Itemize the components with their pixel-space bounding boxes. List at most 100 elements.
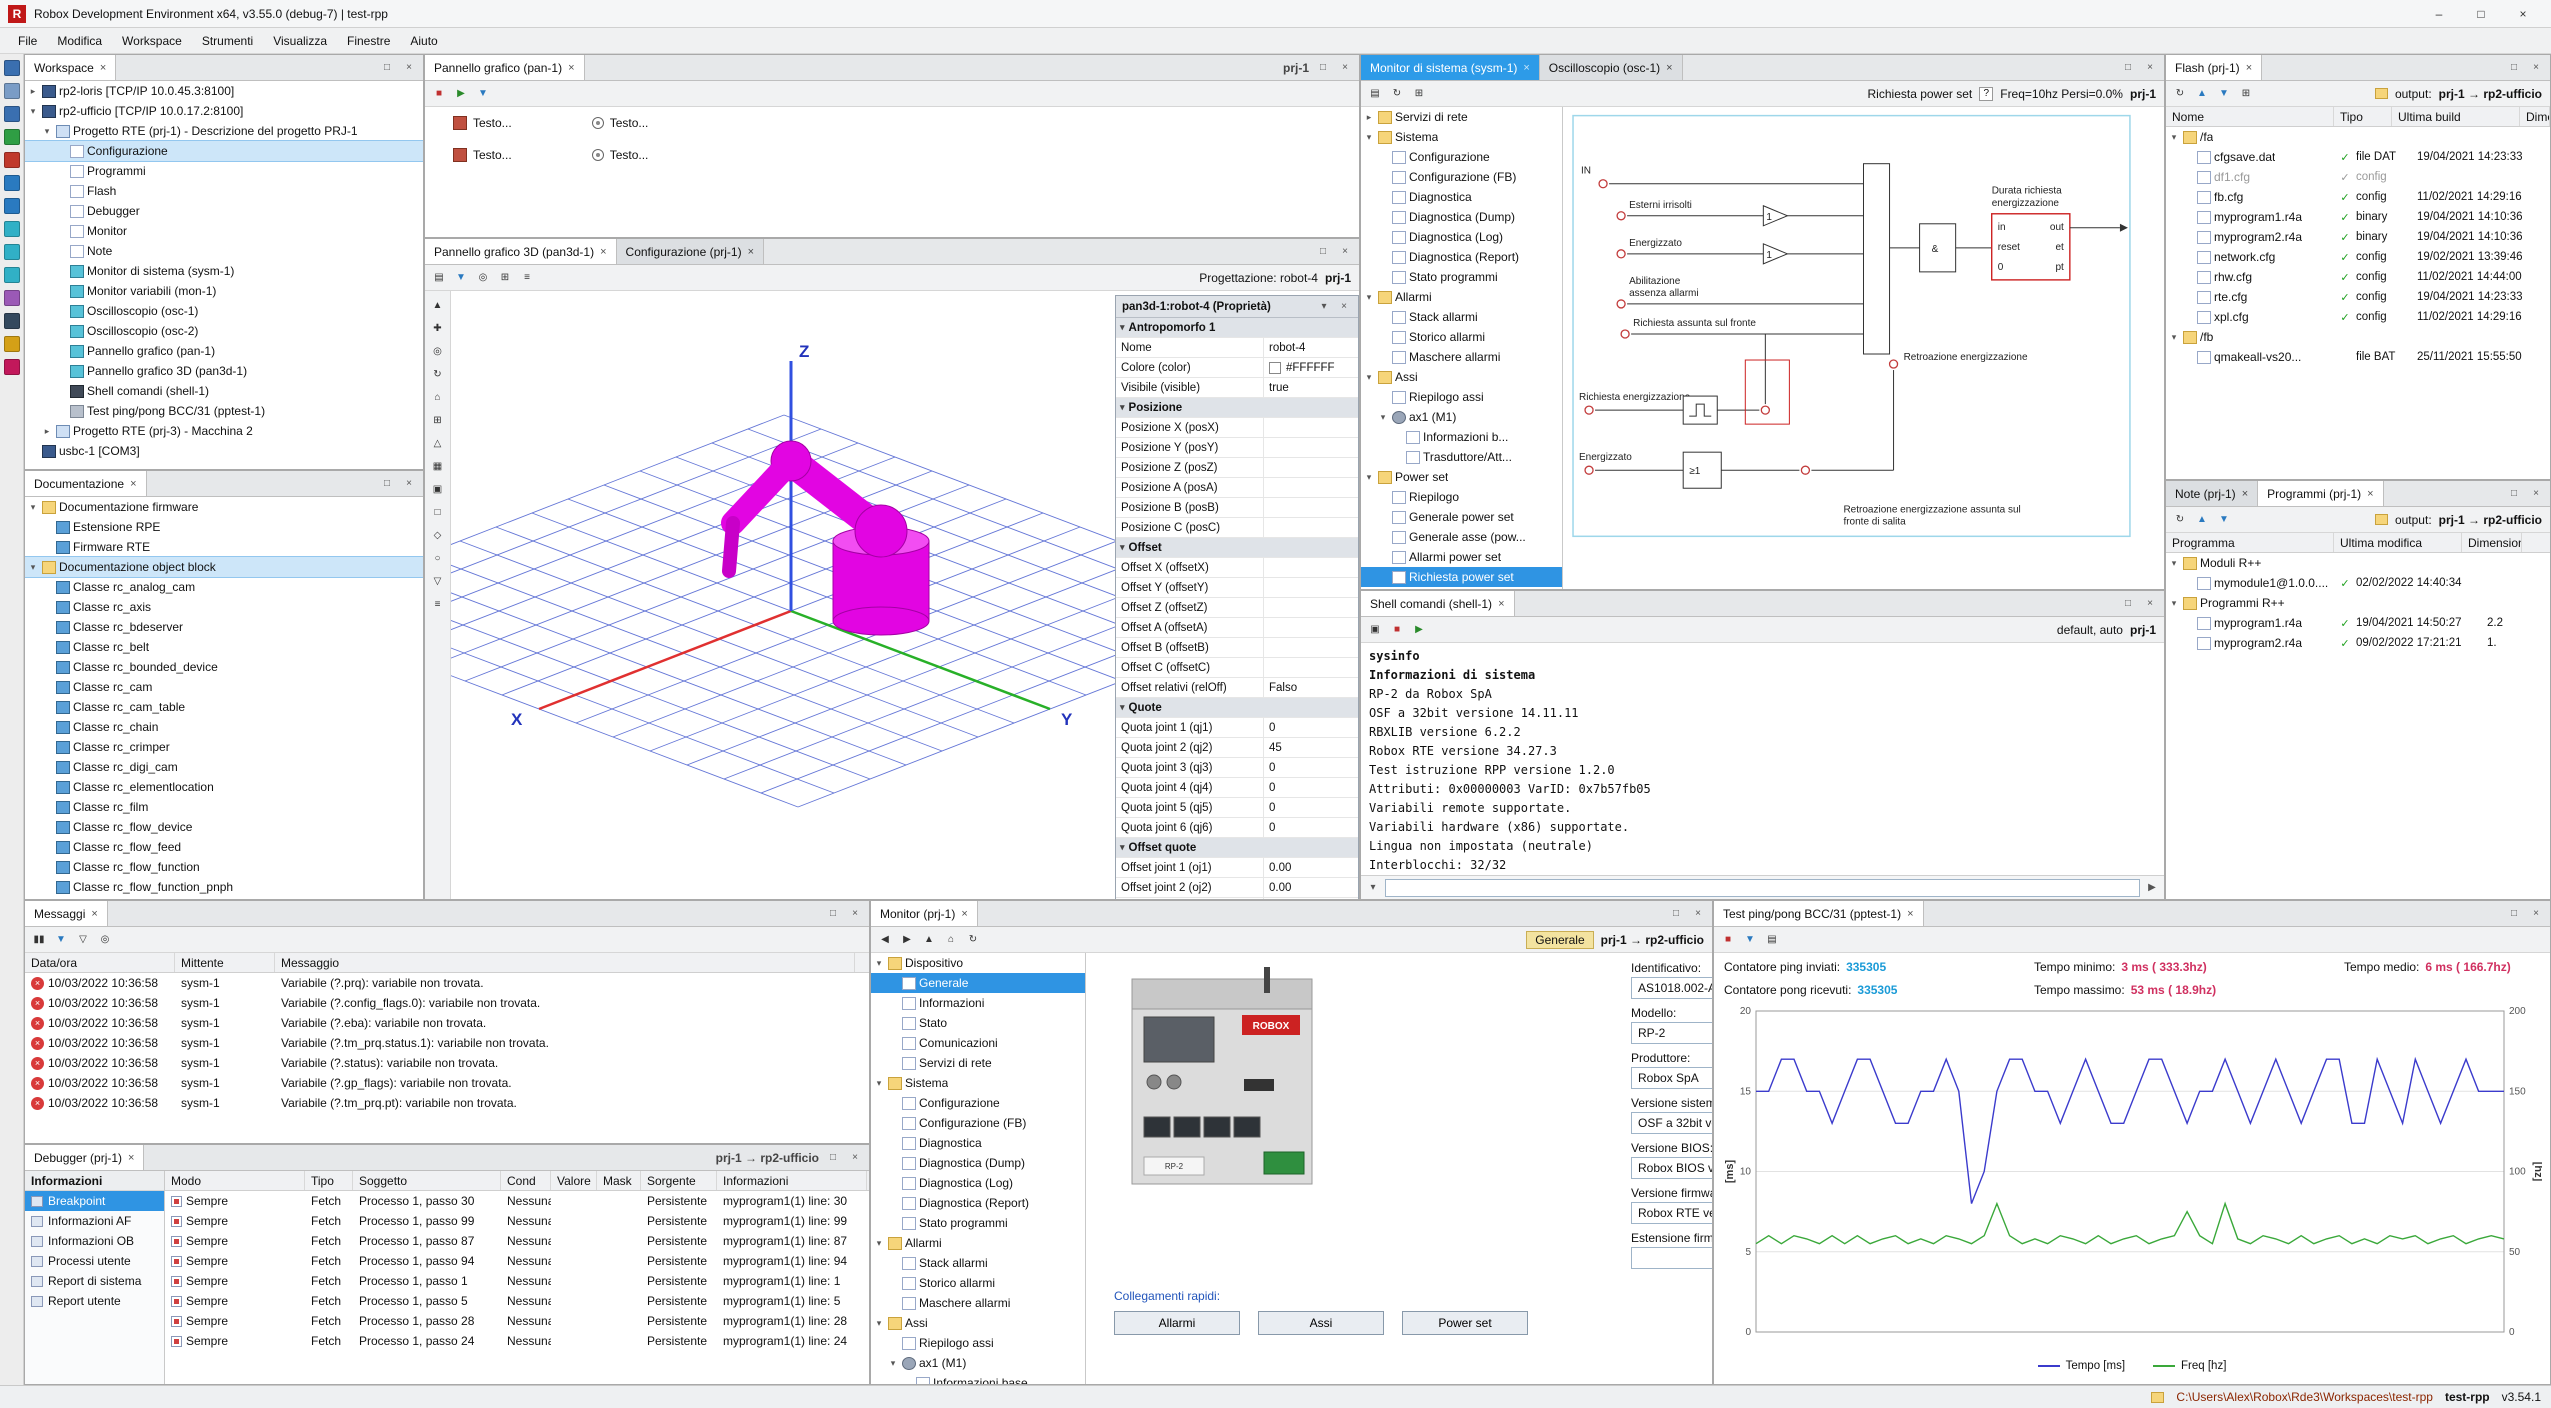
sidebar-item[interactable]: Processi utente — [25, 1251, 164, 1271]
top-view-icon[interactable]: ◇ — [428, 525, 448, 545]
tab-workspace[interactable]: Workspace× — [25, 55, 116, 80]
column-header[interactable]: Informazioni — [717, 1171, 867, 1190]
property-value[interactable] — [1264, 658, 1358, 677]
float-panel-icon[interactable]: □ — [2506, 486, 2522, 502]
shell-output[interactable]: sysinfoInformazioni di sistemaRP-2 da Ro… — [1361, 643, 2164, 875]
tree-item[interactable]: ▾Documentazione object block — [25, 557, 423, 577]
maximize-window-icon[interactable]: □ — [2461, 3, 2501, 25]
tab-programmi[interactable]: Programmi (prj-1)× — [2258, 481, 2383, 506]
menu-file[interactable]: File — [8, 28, 47, 53]
table-row[interactable]: ×10/03/2022 10:36:58sysm-1Variabile (?.p… — [25, 973, 869, 993]
tree-item[interactable]: Classe rc_cam_table — [25, 697, 423, 717]
viewport-3d[interactable]: X Y Z — [451, 291, 1115, 900]
table-row[interactable]: ×10/03/2022 10:36:58sysm-1Variabile (?.s… — [25, 1053, 869, 1073]
tree-item[interactable]: Informazioni base — [871, 1373, 1085, 1384]
property-row[interactable]: Offset Z (offsetZ) — [1116, 598, 1358, 618]
file-row[interactable]: ▾/fb — [2166, 327, 2550, 347]
property-value[interactable]: 0 — [1264, 818, 1358, 837]
property-value[interactable]: 0.00 — [1264, 858, 1358, 877]
section-expander-icon[interactable]: ▾ — [1120, 542, 1125, 553]
close-panel-icon[interactable]: × — [2528, 486, 2544, 502]
device-field-value[interactable]: Robox BIOS versione 3.0.10 — [1631, 1157, 1713, 1179]
upload-icon[interactable]: ▲ — [2192, 510, 2212, 530]
table-row[interactable]: ×10/03/2022 10:36:58sysm-1Variabile (?.g… — [25, 1073, 869, 1093]
program-row[interactable]: myprogram2.r4a✓09/02/2022 17:21:211. — [2166, 633, 2550, 653]
sidebar-item[interactable]: Report di sistema — [25, 1271, 164, 1291]
refresh-icon[interactable]: ↻ — [2170, 84, 2190, 104]
open-project-icon[interactable] — [4, 83, 20, 99]
file-row[interactable]: cfgsave.dat✓file DAT19/04/2021 14:23:33 — [2166, 147, 2550, 167]
close-tab-icon[interactable]: × — [568, 62, 574, 74]
panel-3d-icon[interactable] — [4, 290, 20, 306]
home-icon[interactable]: ⌂ — [941, 930, 961, 950]
column-header[interactable]: Tipo — [2334, 107, 2392, 126]
float-panel-icon[interactable]: □ — [825, 906, 841, 922]
menu-workspace[interactable]: Workspace — [112, 28, 192, 53]
tree-item[interactable]: Riepilogo assi — [871, 1333, 1085, 1353]
upload-icon[interactable]: ▲ — [2192, 84, 2212, 104]
close-tab-icon[interactable]: × — [748, 246, 754, 258]
property-value[interactable]: robot-4 — [1264, 338, 1358, 357]
tree-item[interactable]: Riepilogo — [1361, 487, 1562, 507]
property-row[interactable]: Visibile (visible)true — [1116, 378, 1358, 398]
stop-icon[interactable]: ■ — [1718, 930, 1738, 950]
quick-link-button-allarmi[interactable]: Allarmi — [1114, 1311, 1240, 1335]
column-header[interactable]: Mittente — [175, 953, 275, 972]
tab-pannello-grafico[interactable]: Pannello grafico (pan-1)× — [425, 55, 585, 80]
table-row[interactable]: SempreFetchProcesso 1, passo 1NessunaPer… — [165, 1271, 869, 1291]
tree-item[interactable]: ▾ax1 (M1) — [1361, 407, 1562, 427]
property-section[interactable]: ▾Offset — [1116, 538, 1358, 558]
tree-item[interactable]: Classe rc_bdeserver — [25, 617, 423, 637]
property-row[interactable]: Posizione X (posX) — [1116, 418, 1358, 438]
expander-icon[interactable]: ▾ — [1363, 372, 1375, 383]
tree-item[interactable]: ▾Assi — [871, 1313, 1085, 1333]
save-icon[interactable]: ▼ — [473, 84, 493, 104]
tree-item[interactable]: Informazioni — [871, 993, 1085, 1013]
close-panel-icon[interactable]: × — [401, 476, 417, 492]
float-panel-icon[interactable]: □ — [1315, 244, 1331, 260]
chart-icon[interactable]: ▤ — [1762, 930, 1782, 950]
property-value[interactable] — [1264, 598, 1358, 617]
tree-item[interactable]: ▾Allarmi — [1361, 287, 1562, 307]
property-value[interactable] — [1264, 578, 1358, 597]
tab-monitor-di-sistema[interactable]: Monitor di sistema (sysm-1)× — [1361, 55, 1540, 80]
tree-item[interactable]: Classe rc_flow_feed — [25, 837, 423, 857]
tree-item[interactable]: Classe rc_chain — [25, 717, 423, 737]
expander-icon[interactable]: ▾ — [873, 958, 885, 969]
tree-item[interactable]: Classe rc_analog_cam — [25, 577, 423, 597]
property-row[interactable]: Quota joint 5 (qj5)0 — [1116, 798, 1358, 818]
property-value[interactable] — [1264, 478, 1358, 497]
tree-item[interactable]: Generale — [871, 973, 1085, 993]
column-header[interactable]: Data/ora — [25, 953, 175, 972]
tree-item[interactable]: Classe rc_flow_function — [25, 857, 423, 877]
column-header[interactable]: Cond — [501, 1171, 551, 1190]
expander-icon[interactable]: ▸ — [41, 426, 53, 437]
property-row[interactable]: Posizione C (posC) — [1116, 518, 1358, 538]
sidebar-item[interactable]: Informazioni OB — [25, 1231, 164, 1251]
close-panel-icon[interactable]: × — [2142, 596, 2158, 612]
tree-item[interactable]: Informazioni b... — [1361, 427, 1562, 447]
refresh-icon[interactable]: ↻ — [963, 930, 983, 950]
column-header[interactable]: Dimensione — [2520, 107, 2550, 126]
expander-icon[interactable]: ▾ — [2168, 132, 2180, 143]
float-panel-icon[interactable]: □ — [2506, 60, 2522, 76]
close-panel-icon[interactable]: × — [2528, 906, 2544, 922]
file-row[interactable]: rhw.cfg✓config11/02/2021 14:44:00 — [2166, 267, 2550, 287]
close-panel-icon[interactable]: × — [1690, 906, 1706, 922]
table-row[interactable]: ×10/03/2022 10:36:58sysm-1Variabile (?.t… — [25, 1033, 869, 1053]
file-row[interactable]: myprogram2.r4a✓binary19/04/2021 14:10:36 — [2166, 227, 2550, 247]
close-tab-icon[interactable]: × — [2246, 62, 2252, 74]
property-row[interactable]: Offset joint 1 (oj1)0.00 — [1116, 858, 1358, 878]
tree-item[interactable]: Maschere allarmi — [1361, 347, 1562, 367]
device-field-value[interactable]: Robox RTE versione 34.27.3 — [1631, 1202, 1713, 1224]
device-field-value[interactable] — [1631, 1247, 1713, 1269]
expander-icon[interactable]: ▸ — [1363, 112, 1375, 123]
upload-icon[interactable] — [4, 175, 20, 191]
section-expander-icon[interactable]: ▾ — [1120, 842, 1125, 853]
help-icon[interactable] — [4, 359, 20, 375]
property-row[interactable]: Nomerobot-4 — [1116, 338, 1358, 358]
table-row[interactable]: SempreFetchProcesso 1, passo 99NessunaPe… — [165, 1211, 869, 1231]
tree-item[interactable]: Configurazione — [25, 141, 423, 161]
graphic-panel-icon[interactable] — [4, 267, 20, 283]
float-panel-icon[interactable]: □ — [1315, 60, 1331, 76]
